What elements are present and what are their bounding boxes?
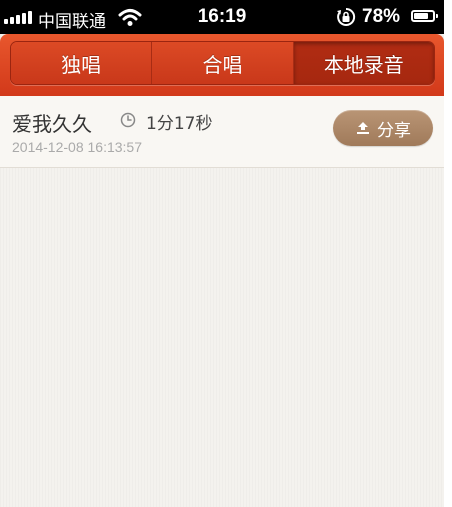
upload-icon — [357, 122, 369, 134]
share-button[interactable]: 分享 — [333, 110, 433, 146]
clock-icon — [120, 112, 136, 128]
status-bar: 中国联通 16:19 78% — [0, 0, 444, 34]
screenshot-edge — [444, 0, 452, 507]
tab-bar: 独唱 合唱 本地录音 — [10, 41, 435, 85]
recording-duration: 1分17秒 — [146, 114, 213, 134]
recording-date: 2014-12-08 16:13:57 — [12, 139, 142, 155]
header: 独唱 合唱 本地录音 — [0, 34, 444, 96]
tab-label: 独唱 — [61, 52, 102, 77]
recording-title: 爱我久久 — [12, 112, 92, 136]
battery-icon — [411, 10, 438, 22]
tab-label: 合唱 — [202, 52, 243, 77]
tab-local-recordings[interactable]: 本地录音 — [293, 42, 434, 84]
tab-label: 本地录音 — [323, 52, 404, 77]
rotation-lock-icon — [337, 7, 356, 26]
share-label: 分享 — [377, 120, 411, 141]
battery-percent: 78% — [362, 6, 401, 27]
screen: 中国联通 16:19 78% 独唱 合唱 本地录音 爱我久久 1分17秒 201… — [0, 0, 444, 507]
battery-fill — [414, 13, 428, 19]
tab-solo[interactable]: 独唱 — [11, 42, 153, 84]
tab-chorus[interactable]: 合唱 — [152, 42, 294, 84]
list-item[interactable]: 爱我久久 1分17秒 2014-12-08 16:13:57 分享 — [0, 96, 444, 168]
